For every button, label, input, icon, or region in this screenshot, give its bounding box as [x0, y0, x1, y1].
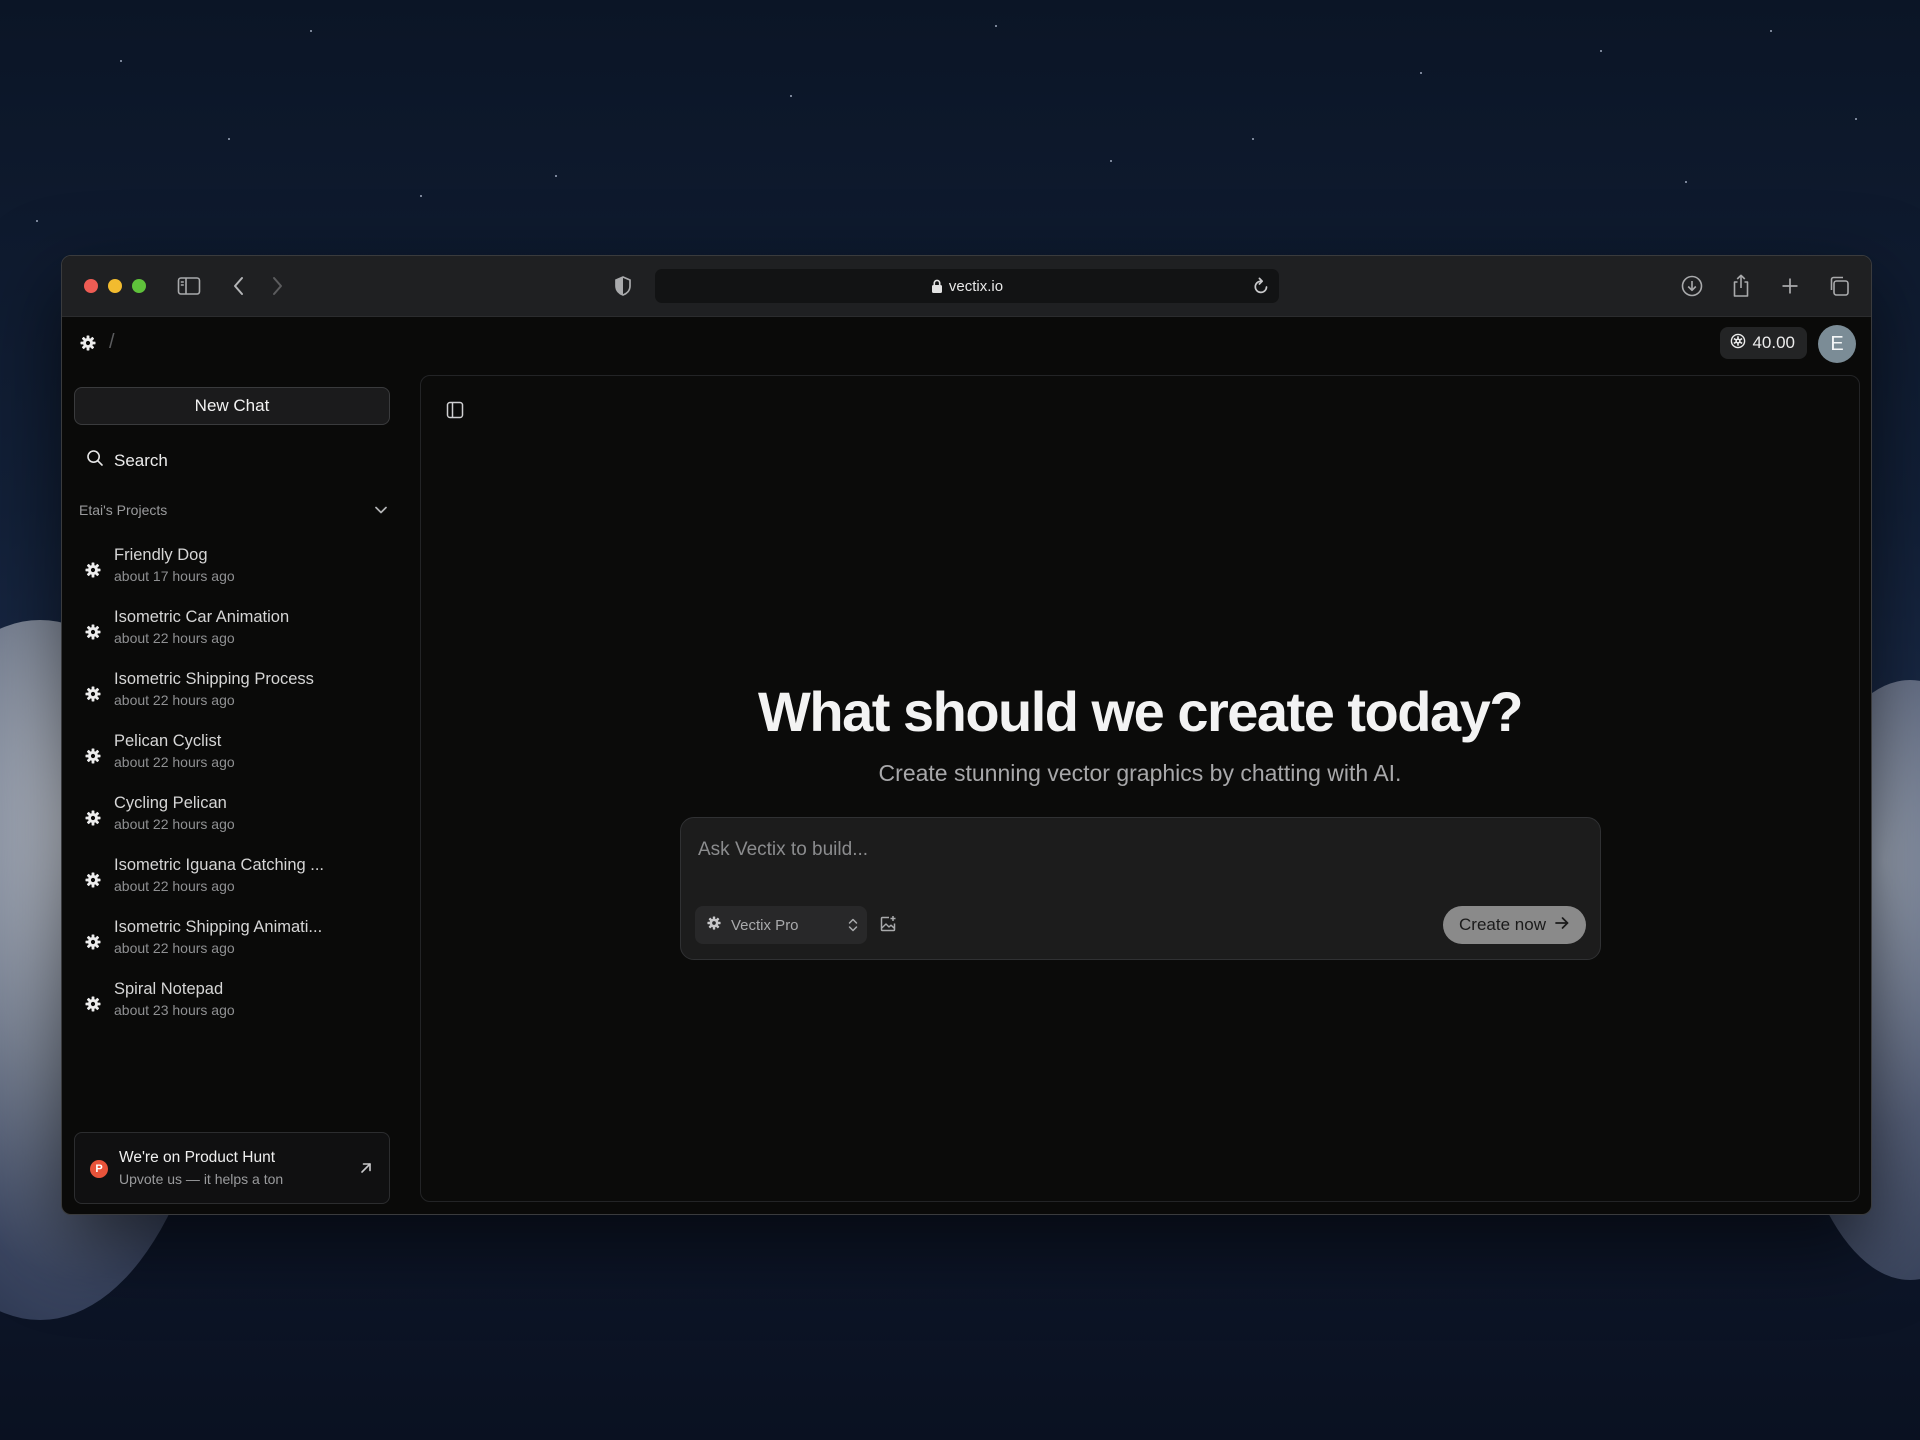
list-item[interactable]: Cycling Pelican about 22 hours ago [62, 790, 392, 852]
search-icon [86, 449, 104, 472]
project-title: Spiral Notepad [114, 980, 224, 998]
sidebar: New Chat Search Etai's Projects Friendly… [62, 369, 392, 1214]
search-label: Search [114, 450, 168, 470]
main-panel: What should we create today? Create stun… [420, 375, 1860, 1202]
project-title: Isometric Car Animation [114, 608, 290, 626]
download-icon[interactable] [1679, 273, 1705, 299]
prompt-input[interactable] [696, 832, 1580, 868]
page-subtitle: Create stunning vector graphics by chatt… [878, 760, 1402, 786]
gear-icon [85, 686, 101, 707]
page-title: What should we create today? [758, 680, 1523, 743]
product-hunt-subtitle: Upvote us — it helps a ton [119, 1171, 284, 1187]
list-item[interactable]: Isometric Iguana Catching ... about 22 h… [62, 852, 392, 914]
product-hunt-logo: P [90, 1160, 108, 1178]
gear-icon [85, 562, 101, 583]
credits-badge[interactable]: 40.00 [1720, 327, 1807, 359]
sidebar-icon[interactable] [446, 401, 464, 424]
create-now-label: Create now [1459, 915, 1546, 934]
close-window-button[interactable] [84, 279, 98, 293]
address-bar[interactable]: vectix.io [655, 269, 1279, 303]
gear-icon [85, 624, 101, 645]
project-title: Isometric Shipping Process [114, 670, 314, 688]
project-timestamp: about 22 hours ago [114, 630, 235, 646]
breadcrumb-separator: / [109, 331, 115, 353]
project-title: Pelican Cyclist [114, 732, 222, 750]
minimize-window-button[interactable] [108, 279, 122, 293]
zoom-window-button[interactable] [132, 279, 146, 293]
list-item[interactable]: Isometric Car Animation about 22 hours a… [62, 604, 392, 666]
create-now-button[interactable]: Create now [1443, 906, 1586, 944]
url-text: vectix.io [948, 277, 1004, 295]
share-icon[interactable] [1728, 273, 1754, 299]
project-title: Isometric Shipping Animati... [114, 918, 323, 936]
search-button[interactable]: Search [86, 449, 168, 472]
gear-icon [85, 810, 101, 831]
project-timestamp: about 22 hours ago [114, 692, 235, 708]
browser-toolbar: vectix.io [62, 256, 1871, 317]
plus-icon[interactable] [1777, 273, 1803, 299]
model-select-value: Vectix Pro [731, 916, 799, 934]
product-hunt-card[interactable]: P We're on Product Hunt Upvote us — it h… [74, 1132, 390, 1204]
chevron-up-down-icon [847, 917, 859, 937]
chevron-right-icon[interactable] [264, 273, 290, 299]
list-item[interactable]: Friendly Dog about 17 hours ago [62, 542, 392, 604]
chevron-left-icon[interactable] [226, 273, 252, 299]
list-item[interactable]: Isometric Shipping Process about 22 hour… [62, 666, 392, 728]
project-title: Friendly Dog [114, 546, 208, 564]
gear-icon [707, 916, 721, 934]
sidebar-icon[interactable] [176, 273, 202, 299]
list-item[interactable]: Pelican Cyclist about 22 hours ago [62, 728, 392, 790]
projects-header[interactable]: Etai's Projects [79, 502, 388, 518]
project-title: Isometric Iguana Catching ... [114, 856, 325, 874]
credits-amount: 40.00 [1752, 333, 1795, 352]
coin-icon [1730, 333, 1746, 354]
arrow-up-right-icon [359, 1161, 373, 1180]
reload-icon[interactable] [1253, 277, 1269, 300]
gear-icon [85, 872, 101, 893]
projects-header-label: Etai's Projects [79, 502, 168, 518]
project-list: Friendly Dog about 17 hours ago Isometri… [62, 542, 392, 1038]
tabs-overview-icon[interactable] [1826, 273, 1852, 299]
gear-icon [85, 934, 101, 955]
project-timestamp: about 22 hours ago [114, 754, 235, 770]
lock-icon [931, 279, 943, 294]
image-add-icon[interactable] [879, 915, 897, 938]
arrow-right-icon [1554, 915, 1570, 935]
model-select[interactable]: Vectix Pro [695, 906, 867, 944]
chevron-down-icon[interactable] [374, 502, 388, 518]
project-timestamp: about 23 hours ago [114, 1002, 235, 1018]
product-hunt-title: We're on Product Hunt [119, 1149, 276, 1166]
gear-icon[interactable] [80, 335, 96, 356]
shield-icon[interactable] [610, 273, 636, 299]
avatar[interactable]: E [1818, 325, 1856, 363]
new-chat-button[interactable]: New Chat [74, 387, 390, 425]
project-timestamp: about 22 hours ago [114, 940, 235, 956]
gear-icon [85, 748, 101, 769]
prompt-composer: Vectix Pro Create now [680, 817, 1601, 960]
browser-window: vectix.io / 40.00 E New Chat Search Etai… [61, 255, 1872, 1215]
project-timestamp: about 17 hours ago [114, 568, 235, 584]
project-timestamp: about 22 hours ago [114, 816, 235, 832]
project-title: Cycling Pelican [114, 794, 227, 812]
project-timestamp: about 22 hours ago [114, 878, 235, 894]
gear-icon [85, 996, 101, 1017]
list-item[interactable]: Spiral Notepad about 23 hours ago [62, 976, 392, 1038]
app-header: / 40.00 E [62, 317, 1871, 369]
list-item[interactable]: Isometric Shipping Animati... about 22 h… [62, 914, 392, 976]
